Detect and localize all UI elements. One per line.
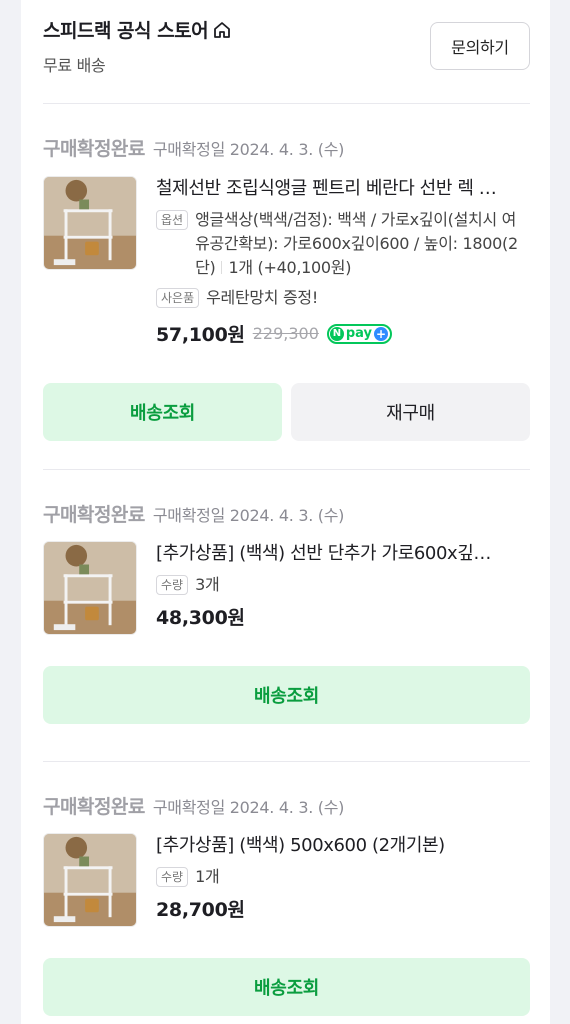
order-item: 구매확정완료 구매확정일 2024. 4. 3. (수) 철제선반 조립식앵글 …	[21, 134, 550, 469]
product-thumbnail[interactable]	[43, 833, 137, 927]
track-delivery-button[interactable]: 배송조회	[43, 383, 282, 441]
rebuy-button[interactable]: 재구매	[291, 383, 530, 441]
order-status-line: 구매확정완료 구매확정일 2024. 4. 3. (수)	[43, 500, 344, 527]
price: 57,100원	[156, 324, 245, 346]
gift-tag: 사은품	[156, 288, 200, 308]
quantity-row: 수량 3개	[156, 573, 530, 597]
price-row: 28,700원	[156, 895, 530, 922]
separator	[221, 261, 223, 274]
product-name[interactable]: [추가상품] (백색) 선반 단추가 가로600x깊…	[156, 541, 530, 567]
naver-n-icon: N	[329, 326, 344, 341]
npay-plus-badge: N pay +	[326, 323, 393, 344]
product-thumbnail[interactable]	[43, 176, 137, 270]
shelf-product-image	[44, 542, 136, 634]
npay-label: pay	[345, 326, 373, 341]
order-card: 스피드랙 공식 스토어 무료 배송 문의하기 구매확정완료 구매확정일 2024…	[21, 0, 550, 1024]
plus-icon: +	[374, 326, 389, 341]
price-row: 57,100원 229,300 N pay +	[156, 320, 530, 347]
confirm-date: 구매확정일 2024. 4. 3. (수)	[152, 798, 345, 817]
quantity: 1개	[195, 867, 220, 886]
product-thumbnail[interactable]	[43, 541, 137, 635]
shelf-product-image	[44, 177, 136, 269]
shipping-fee: 무료 배송	[43, 56, 106, 75]
divider	[43, 103, 530, 104]
product-info: 철제선반 조립식앵글 펜트리 베란다 선반 렉 … 옵션 앵글색상(백색/검정)…	[156, 176, 530, 347]
option-text: 앵글색상(백색/검정): 백색 / 가로x깊이(설치시 여유공간확보): 가로6…	[195, 208, 530, 280]
confirm-date: 구매확정일 2024. 4. 3. (수)	[152, 140, 345, 159]
option-tag: 옵션	[156, 210, 189, 230]
inquiry-button[interactable]: 문의하기	[430, 22, 530, 70]
price: 48,300원	[156, 607, 245, 629]
home-icon	[214, 21, 230, 38]
price-row: 48,300원	[156, 603, 530, 630]
order-status: 구매확정완료	[43, 504, 145, 526]
original-price: 229,300	[252, 324, 319, 343]
option-row: 옵션 앵글색상(백색/검정): 백색 / 가로x깊이(설치시 여유공간확보): …	[156, 208, 530, 280]
quantity: 3개	[195, 575, 220, 594]
store-header: 스피드랙 공식 스토어 무료 배송 문의하기	[21, 0, 550, 104]
order-status: 구매확정완료	[43, 796, 145, 818]
product-name[interactable]: 철제선반 조립식앵글 펜트리 베란다 선반 렉 …	[156, 176, 530, 202]
order-status-line: 구매확정완료 구매확정일 2024. 4. 3. (수)	[43, 134, 344, 161]
order-item: 구매확정완료 구매확정일 2024. 4. 3. (수) [추가상품] (백색)…	[21, 500, 550, 760]
track-delivery-button[interactable]: 배송조회	[43, 958, 530, 1016]
gift-text: 우레탄망치 증정!	[206, 288, 318, 307]
store-name-link[interactable]: 스피드랙 공식 스토어	[43, 16, 232, 43]
divider	[43, 469, 530, 470]
option-quantity: 1개 (+40,100원)	[228, 258, 352, 277]
quantity-tag: 수량	[156, 867, 189, 887]
confirm-date: 구매확정일 2024. 4. 3. (수)	[152, 506, 345, 525]
product-info: [추가상품] (백색) 선반 단추가 가로600x깊… 수량 3개 48,300…	[156, 541, 530, 630]
shelf-product-image	[44, 834, 136, 926]
gift-row: 사은품 우레탄망치 증정!	[156, 286, 530, 310]
order-status: 구매확정완료	[43, 138, 145, 160]
track-delivery-button[interactable]: 배송조회	[43, 666, 530, 724]
price: 28,700원	[156, 899, 245, 921]
order-item: 구매확정완료 구매확정일 2024. 4. 3. (수) [추가상품] (백색)…	[21, 792, 550, 1024]
product-info: [추가상품] (백색) 500x600 (2개기본) 수량 1개 28,700원	[156, 833, 530, 922]
quantity-tag: 수량	[156, 575, 189, 595]
order-status-line: 구매확정완료 구매확정일 2024. 4. 3. (수)	[43, 792, 344, 819]
product-name[interactable]: [추가상품] (백색) 500x600 (2개기본)	[156, 833, 530, 859]
store-name: 스피드랙 공식 스토어	[43, 20, 209, 42]
divider	[43, 761, 530, 762]
quantity-row: 수량 1개	[156, 865, 530, 889]
